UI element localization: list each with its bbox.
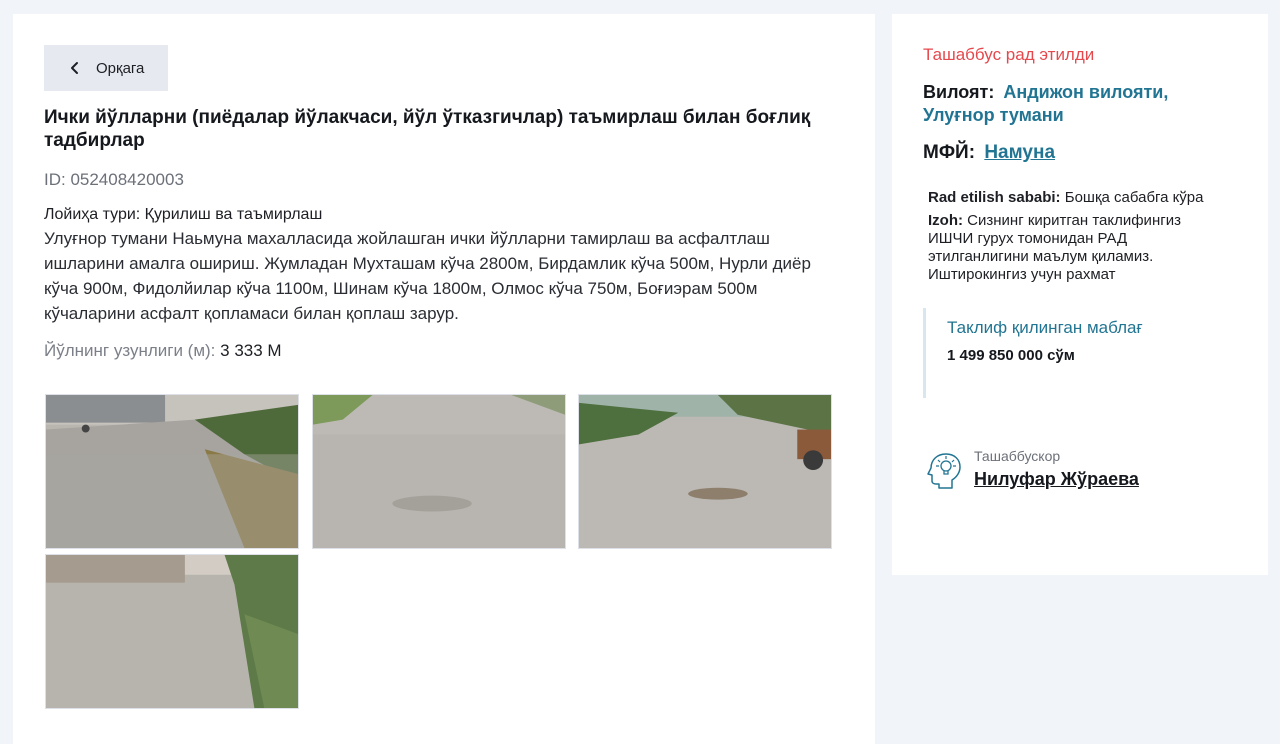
road-length-value: 3 333 М	[220, 341, 282, 360]
mfy-info: МФЙ: Намуна	[923, 142, 1055, 164]
road-photo-4[interactable]	[45, 554, 299, 709]
izoh-label: Izoh:	[928, 212, 963, 229]
status-rejected: Ташаббус рад этилди	[923, 45, 1095, 64]
road-length-label: Йўлнинг узунлиги (м):	[44, 341, 216, 360]
project-card: Орқага Ички йўлларни (пиёдалар йўлакчаси…	[13, 14, 875, 744]
initiative-sidebar: Ташаббус рад этилди Вилоят: Андижон вило…	[892, 14, 1268, 575]
project-type: Лойиҳа тури: Қурилиш ва таъмирлаш	[44, 206, 323, 223]
road-photo-1[interactable]	[45, 394, 299, 549]
chevron-left-icon	[71, 62, 78, 74]
mfy-link[interactable]: Намуна	[984, 142, 1055, 163]
initiator-name-link[interactable]: Нилуфар Жўраева	[974, 469, 1139, 490]
road-length: Йўлнинг узунлиги (м): 3 333 М	[44, 341, 282, 361]
izoh-value: Сизнинг киритган таклифингиз ИШЧИ гурух …	[928, 212, 1181, 283]
rejection-comment: Izoh: Сизнинг киритган таклифингиз ИШЧИ …	[928, 212, 1228, 284]
proposed-amount: Таклиф қилинган маблағ 1 499 850 000 сўм	[923, 308, 1223, 398]
region-info: Вилоят: Андижон вилояти, Улуғнор тумани	[923, 81, 1243, 127]
reason-label: Rad etilish sababi:	[928, 189, 1061, 206]
amount-label: Таклиф қилинган маблағ	[947, 318, 1143, 337]
road-photo-3[interactable]	[578, 394, 832, 549]
back-button-label: Орқага	[96, 59, 145, 77]
idea-head-icon	[927, 453, 961, 489]
project-id: ID: 052408420003	[44, 170, 184, 189]
region-label: Вилоят:	[923, 82, 995, 102]
reason-value: Бошқа сабабга кўра	[1064, 189, 1204, 206]
mfy-label: МФЙ:	[923, 142, 976, 163]
back-button[interactable]: Орқага	[44, 45, 168, 91]
project-description: Улуғнор тумани Наьмуна махалласида жойла…	[44, 229, 811, 323]
amount-value: 1 499 850 000 сўм	[947, 347, 1075, 364]
road-photo-2[interactable]	[312, 394, 566, 549]
rejection-reason: Rad etilish sababi: Бошқа сабабга кўра	[928, 189, 1228, 207]
project-title: Ички йўлларни (пиёдалар йўлакчаси, йўл ў…	[44, 107, 811, 151]
initiator-label: Ташаббускор	[974, 448, 1061, 464]
